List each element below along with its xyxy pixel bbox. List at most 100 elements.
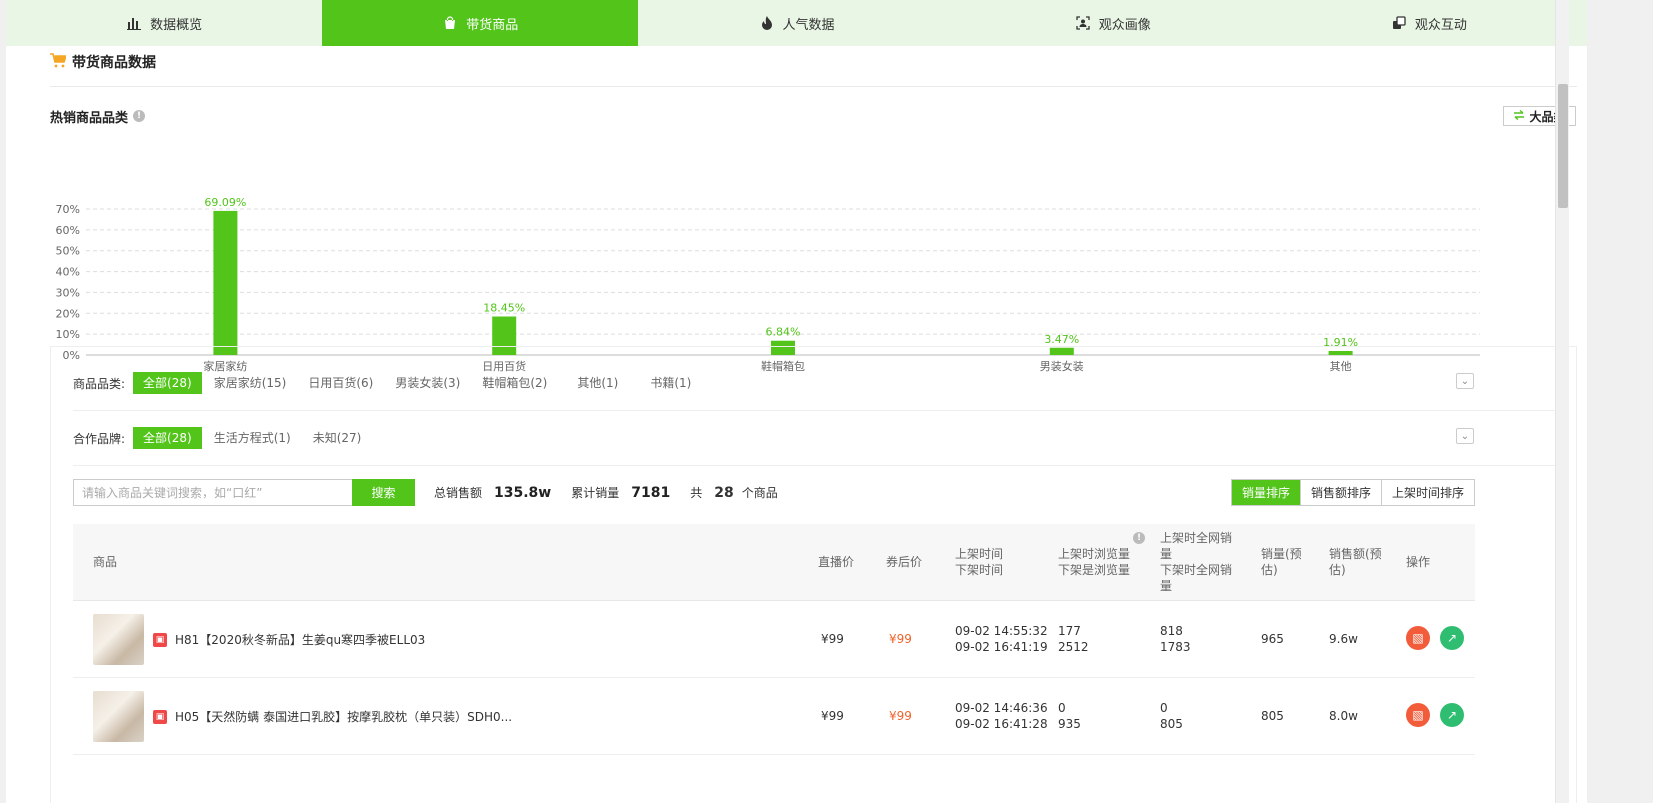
category-filter-row: 商品品类: 全部(28) 家居家纺(15) 日用百货(6) 男装女装(3) 鞋帽… (73, 372, 703, 394)
category-chip-daily-goods[interactable]: 日用百货(6) (298, 372, 383, 394)
live-price: ¥99 (821, 709, 844, 723)
shop-bag-button[interactable]: ▧ (1406, 626, 1430, 650)
coupon-price: ¥99 (889, 632, 912, 646)
delist-views: 2512 (1058, 640, 1089, 654)
th-product: 商品 (93, 555, 118, 569)
th-net-sales-on-b: 量 (1160, 547, 1173, 561)
y-tick-label: 50% (56, 245, 80, 258)
y-tick-label: 20% (56, 307, 80, 320)
net-sales-on: 818 (1160, 624, 1183, 638)
sort-by-time-button[interactable]: 上架时间排序 (1381, 480, 1474, 505)
list-views: 0 (1058, 701, 1066, 715)
y-tick-label: 10% (56, 328, 80, 341)
product-name[interactable]: H81【2020秋冬新品】生姜qu寒四季被ELL03 (175, 631, 425, 648)
brand-expand-button[interactable]: ⌄ (1456, 428, 1474, 444)
info-icon[interactable]: ! (133, 110, 146, 122)
live-price: ¥99 (821, 632, 844, 646)
table-row[interactable]: ▣ H05【天然防螨 泰国进口乳胶】按摩乳胶枕（单只装）SDH0... ¥99 … (73, 678, 1475, 755)
interaction-icon (1391, 15, 1407, 31)
category-chip-home-textile[interactable]: 家居家纺(15) (204, 372, 297, 394)
net-sales-on: 0 (1160, 701, 1168, 715)
th-sales-est-b: 估) (1261, 563, 1278, 577)
tab-label: 人气数据 (782, 17, 835, 33)
tab-audience-interaction[interactable]: 观众互动 (1271, 0, 1587, 46)
list-time: 09-02 14:55:32 (955, 624, 1048, 638)
divider (73, 465, 1555, 466)
tab-products[interactable]: 带货商品 (322, 0, 639, 46)
y-tick-label: 70% (56, 203, 80, 216)
sort-button-group: 销量排序 销售额排序 上架时间排序 (1231, 479, 1476, 506)
shopping-bag-icon (442, 15, 458, 31)
category-chip-shoes-bags[interactable]: 鞋帽箱包(2) (472, 372, 557, 394)
sort-by-volume-button[interactable]: 销量排序 (1232, 480, 1301, 505)
y-tick-label: 40% (56, 266, 80, 279)
list-time: 09-02 14:46:36 (955, 701, 1048, 715)
section-title: 带货商品数据 (50, 50, 156, 74)
th-operation: 操作 (1406, 555, 1431, 569)
shop-bag-button[interactable]: ▧ (1406, 703, 1430, 727)
th-delist-time: 下架时间 (955, 563, 1004, 577)
info-icon[interactable]: ! (1133, 532, 1145, 544)
list-views: 177 (1058, 624, 1081, 638)
th-delist-views: 下架是浏览量 (1058, 563, 1131, 577)
fire-icon (759, 15, 775, 31)
net-sales-off: 805 (1160, 717, 1183, 731)
trend-chart-icon: ↗ (1446, 708, 1458, 722)
vertical-scrollbar[interactable] (1555, 0, 1569, 803)
bar[interactable] (213, 210, 238, 355)
total-volume-value: 7181 (631, 484, 671, 501)
product-thumbnail[interactable] (93, 691, 144, 742)
product-filter-panel: 商品品类: 全部(28) 家居家纺(15) 日用百货(6) 男装女装(3) 鞋帽… (50, 346, 1577, 803)
table-row[interactable]: ▣ H81【2020秋冬新品】生姜qu寒四季被ELL03 ¥99 ¥99 09-… (73, 601, 1475, 678)
cart-icon (50, 52, 68, 72)
category-expand-button[interactable]: ⌄ (1456, 373, 1474, 389)
bar-value-label: 3.47% (1044, 333, 1079, 346)
category-chip-clothing[interactable]: 男装女装(3) (385, 372, 470, 394)
sales-est: 965 (1261, 632, 1284, 646)
brand-chip-all[interactable]: 全部(28) (133, 427, 202, 449)
sales-est: 805 (1261, 709, 1284, 723)
brand-chip-life-formula[interactable]: 生活方程式(1) (204, 427, 301, 449)
user-scan-icon (1075, 15, 1091, 31)
th-list-time: 上架时间 (955, 547, 1004, 561)
delist-time: 09-02 16:41:28 (955, 717, 1048, 731)
th-net-sales-off-b: 量 (1160, 579, 1173, 593)
tab-data-overview[interactable]: 数据概览 (6, 0, 322, 46)
th-live-price: 直播价 (818, 555, 855, 569)
total-sales-label: 总销售额 (434, 486, 483, 500)
category-chip-all[interactable]: 全部(28) (133, 372, 202, 394)
trend-chart-button[interactable]: ↗ (1440, 626, 1464, 650)
search-input[interactable] (73, 479, 352, 506)
tab-label: 观众互动 (1414, 17, 1467, 33)
shopping-bag-icon: ▧ (1412, 708, 1424, 722)
tab-label: 带货商品 (466, 17, 519, 33)
tab-popularity[interactable]: 人气数据 (638, 0, 954, 46)
divider (50, 86, 1577, 87)
chevron-down-icon: ⌄ (1460, 430, 1470, 442)
trend-chart-button[interactable]: ↗ (1440, 703, 1464, 727)
scrollbar-thumb[interactable] (1558, 84, 1568, 208)
amount-est: 9.6w (1329, 632, 1358, 646)
count-prefix: 共 (690, 486, 703, 500)
product-name[interactable]: H05【天然防螨 泰国进口乳胶】按摩乳胶枕（单只装）SDH0... (175, 708, 512, 725)
chevron-down-icon: ⌄ (1460, 375, 1470, 387)
category-chip-other[interactable]: 其他(1) (567, 372, 628, 394)
sort-by-amount-button[interactable]: 销售额排序 (1300, 480, 1381, 505)
shopping-bag-icon: ▧ (1412, 631, 1424, 645)
tab-label: 数据概览 (150, 17, 203, 33)
search-button[interactable]: 搜索 (352, 479, 415, 506)
coupon-price: ¥99 (889, 709, 912, 723)
th-coupon-price: 券后价 (886, 555, 923, 569)
product-thumbnail[interactable] (93, 614, 144, 665)
sales-stats: 总销售额 135.8w 累计销量 7181 共 28 个商品 (434, 479, 778, 506)
main-panel: 带货商品数据 热销商品品类 ! 大品类 0% 10% 20% 30% 40% 50% 60%… (6, 46, 1587, 803)
bar-chart-icon (126, 15, 142, 31)
total-volume-label: 累计销量 (571, 486, 620, 500)
th-net-sales-off-a: 下架时全网销 (1160, 563, 1233, 577)
category-chip-books[interactable]: 书籍(1) (640, 372, 701, 394)
trend-chart-icon: ↗ (1446, 631, 1458, 645)
tab-audience-profile[interactable]: 观众画像 (955, 0, 1271, 46)
total-sales-value: 135.8w (494, 484, 552, 501)
brand-chip-unknown[interactable]: 未知(27) (303, 427, 372, 449)
bar-value-label: 18.45% (483, 302, 525, 315)
